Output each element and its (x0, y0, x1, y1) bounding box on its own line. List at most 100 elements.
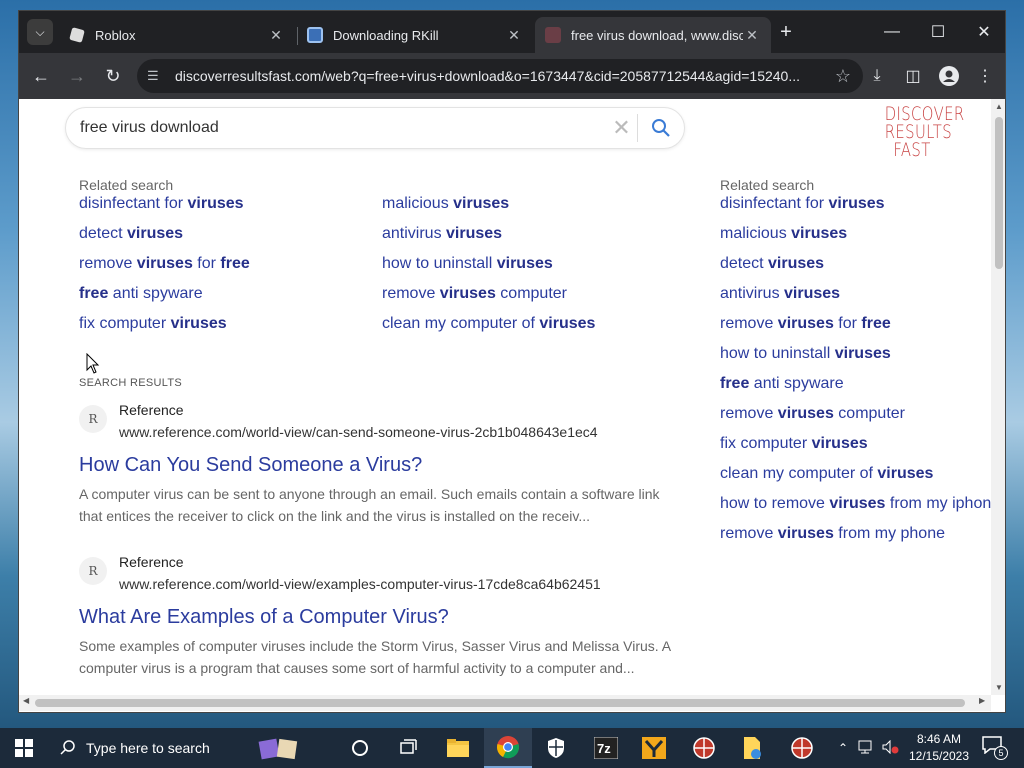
related-search-link[interactable]: disinfectant for viruses (79, 195, 244, 213)
menu-kebab-icon[interactable]: ⋮ (973, 64, 997, 88)
related-search-link[interactable]: antivirus viruses (382, 225, 502, 243)
link-text: viruses (768, 255, 825, 272)
search-icon[interactable] (638, 118, 684, 138)
7zip-icon[interactable]: 7z (582, 728, 630, 768)
result-title-link[interactable]: How Can You Send Someone a Virus? (79, 452, 679, 478)
close-icon[interactable]: ✕ (743, 27, 761, 44)
site-info-icon[interactable]: ☰ (147, 68, 165, 84)
related-search-link-right[interactable]: fix computer viruses (720, 435, 868, 453)
search-box[interactable]: free virus download ✕ (65, 107, 685, 149)
notification-count-badge: 5 (994, 746, 1008, 760)
taskbar-clock[interactable]: 8:46 AM 12/15/2023 (900, 731, 978, 765)
minimize-button[interactable]: — (869, 11, 915, 53)
scroll-left-arrow-icon[interactable]: ◀ (23, 696, 29, 705)
bookmark-star-icon[interactable]: ☆ (833, 66, 853, 87)
rkill-icon[interactable] (680, 728, 728, 768)
link-text: free (720, 375, 750, 392)
scroll-down-arrow-icon[interactable]: ▼ (991, 683, 1005, 692)
windows-security-icon[interactable] (532, 728, 580, 768)
link-text: from my phone (833, 525, 945, 542)
scrollbar-thumb[interactable] (995, 117, 1003, 269)
result-title-link[interactable]: What Are Examples of a Computer Virus? (79, 604, 679, 630)
tab-search-dropdown[interactable]: ⌵ (27, 19, 53, 45)
related-search-link-right[interactable]: remove viruses computer (720, 405, 905, 423)
reload-button[interactable]: ↻ (99, 62, 127, 90)
volume-muted-icon[interactable] (882, 739, 900, 757)
link-text: viruses (446, 225, 503, 242)
related-search-link-right[interactable]: clean my computer of viruses (720, 465, 933, 483)
related-search-link-right[interactable]: how to remove viruses from my iphone (720, 495, 991, 513)
file-document-icon[interactable] (728, 728, 776, 768)
related-search-link-right[interactable]: detect viruses (720, 255, 824, 273)
close-icon[interactable]: ✕ (267, 27, 285, 44)
related-search-link-right[interactable]: remove viruses from my phone (720, 525, 945, 543)
link-text: antivirus (720, 285, 785, 302)
clear-search-icon[interactable]: ✕ (606, 114, 638, 142)
tab-downloading-rkill[interactable]: Downloading RKill ✕ (297, 17, 533, 53)
related-search-link-right[interactable]: free anti spyware (720, 375, 844, 393)
forward-button[interactable]: → (63, 62, 91, 90)
close-window-button[interactable]: ✕ (961, 11, 1005, 53)
address-bar[interactable]: ☰ discoverresultsfast.com/web?q=free+vir… (137, 59, 863, 93)
related-search-heading-right: Related search (720, 177, 815, 193)
desktop-background-left (0, 0, 18, 728)
profile-avatar-icon[interactable] (937, 64, 961, 88)
tray-chevron-up-icon[interactable]: ⌃ (838, 741, 848, 755)
tab-free-virus-download[interactable]: free virus download, www.disco ✕ (535, 17, 771, 53)
network-icon[interactable] (858, 740, 874, 757)
vertical-scrollbar[interactable]: ▲ ▼ (991, 99, 1005, 695)
related-search-link-right[interactable]: disinfectant for viruses (720, 195, 885, 213)
scroll-right-arrow-icon[interactable]: ▶ (979, 696, 985, 705)
link-text: viruses (828, 195, 885, 212)
result-url[interactable]: www.reference.com/world-view/examples-co… (119, 573, 601, 595)
search-input[interactable]: free virus download (80, 119, 606, 137)
rkill-second-icon[interactable] (778, 728, 826, 768)
related-search-link-right[interactable]: remove viruses for free (720, 315, 891, 333)
related-search-link-right[interactable]: antivirus viruses (720, 285, 840, 303)
related-search-link[interactable]: how to uninstall viruses (382, 255, 553, 273)
close-icon[interactable]: ✕ (505, 27, 523, 44)
related-search-link[interactable]: clean my computer of viruses (382, 315, 595, 333)
cortana-icon[interactable] (336, 728, 384, 768)
related-search-link[interactable]: malicious viruses (382, 195, 509, 213)
discover-results-fast-logo[interactable]: DISCOVER RESULTS FAST (885, 105, 964, 161)
scroll-up-arrow-icon[interactable]: ▲ (991, 102, 1005, 111)
side-panel-icon[interactable]: ◫ (901, 64, 925, 88)
task-view-icon[interactable] (384, 728, 432, 768)
result-url[interactable]: www.reference.com/world-view/can-send-so… (119, 421, 598, 443)
news-widget-icon[interactable] (254, 728, 302, 768)
link-text: viruses (777, 315, 834, 332)
clock-time: 8:46 AM (916, 732, 962, 746)
maximize-button[interactable]: ☐ (915, 11, 961, 53)
address-url: discoverresultsfast.com/web?q=free+virus… (175, 68, 801, 84)
search-icon (60, 739, 76, 758)
tab-roblox[interactable]: Roblox ✕ (59, 17, 295, 53)
taskbar-search-box[interactable]: Type here to search (48, 728, 248, 768)
result-description: A computer virus can be sent to anyone t… (79, 486, 660, 524)
start-button[interactable] (0, 728, 48, 768)
link-text: viruses (784, 285, 841, 302)
horizontal-scrollbar[interactable]: ◀ ▶ (19, 695, 991, 711)
related-search-link[interactable]: free anti spyware (79, 285, 203, 303)
related-search-link[interactable]: remove viruses for free (79, 255, 250, 273)
file-explorer-icon[interactable] (434, 728, 482, 768)
logo-line: FAST (893, 139, 931, 161)
related-search-link[interactable]: remove viruses computer (382, 285, 567, 303)
related-search-link-right[interactable]: malicious viruses (720, 225, 847, 243)
downloads-icon[interactable]: ⤓ (865, 64, 889, 88)
related-search-link[interactable]: detect viruses (79, 225, 183, 243)
link-text: how to remove (720, 495, 830, 512)
link-text: viruses (777, 525, 834, 542)
link-text: viruses (811, 435, 868, 452)
adwcleaner-icon[interactable] (630, 728, 678, 768)
link-text: viruses (136, 255, 193, 272)
scrollbar-thumb[interactable] (35, 699, 965, 707)
new-tab-button[interactable]: + (775, 21, 797, 43)
back-button[interactable]: ← (27, 62, 55, 90)
related-search-link[interactable]: fix computer viruses (79, 315, 227, 333)
notifications-icon[interactable]: 5 (982, 736, 1008, 760)
chrome-taskbar-icon[interactable] (484, 728, 532, 768)
link-text: for (833, 315, 862, 332)
related-search-link-right[interactable]: how to uninstall viruses (720, 345, 891, 363)
link-text: antivirus (382, 225, 447, 242)
